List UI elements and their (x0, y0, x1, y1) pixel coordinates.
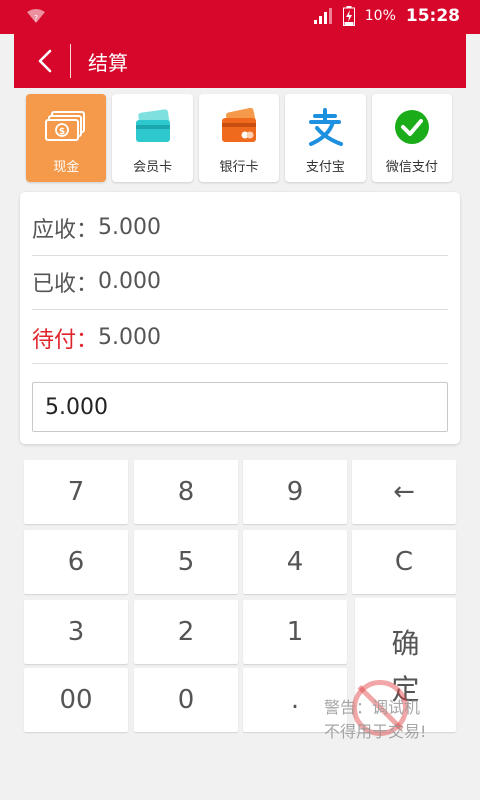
member-card-icon (135, 109, 170, 142)
key-6[interactable]: 6 (24, 530, 128, 594)
battery-charging-icon (342, 6, 355, 26)
payment-method-bank-card[interactable]: 银行卡 (198, 94, 280, 182)
svg-text:$: $ (59, 127, 65, 137)
payment-method-label: 会员卡 (133, 160, 173, 175)
due-value: 5.000 (98, 325, 161, 350)
page-title: 结算 (88, 51, 128, 75)
debug-watermark: 警告：调试机 不得用于交易! (320, 678, 450, 742)
app-bar-divider (70, 44, 71, 78)
cash-icon: $ (45, 111, 86, 141)
app-bar: 结算 (14, 34, 466, 88)
back-arrow-icon[interactable] (32, 47, 60, 75)
wechat-pay-icon (394, 110, 429, 144)
key-3[interactable]: 3 (24, 600, 128, 664)
due-row: 待付： 5.000 (32, 312, 448, 364)
alipay-icon (309, 108, 344, 146)
payment-method-label: 微信支付 (385, 160, 438, 175)
key-5[interactable]: 5 (134, 530, 238, 594)
watermark-line-2: 不得用于交易! (324, 722, 427, 741)
battery-percent: 10% (364, 8, 396, 24)
confirm-label-top: 确 (391, 627, 420, 660)
clear-key[interactable]: C (352, 530, 456, 594)
receivable-label: 应收： (32, 217, 99, 243)
payment-method-cash[interactable]: $ 现金 (26, 94, 107, 182)
clock-time: 15:28 (405, 6, 460, 26)
payment-method-alipay[interactable]: 支付宝 (285, 94, 366, 182)
payment-method-label: 现金 (53, 160, 80, 175)
payment-method-wechat-pay[interactable]: 微信支付 (371, 94, 453, 182)
payment-method-label: 支付宝 (305, 160, 345, 175)
due-label: 待付： (32, 327, 99, 353)
backspace-key[interactable]: ← (352, 460, 456, 524)
svg-text:?: ? (34, 14, 38, 23)
key-1[interactable]: 1 (243, 600, 347, 664)
key-2[interactable]: 2 (134, 600, 238, 664)
received-value: 0.000 (98, 269, 161, 294)
receivable-row: 应收： 5.000 (32, 200, 448, 256)
receivable-value: 5.000 (98, 215, 161, 240)
key-00[interactable]: 00 (24, 668, 128, 732)
amount-input[interactable]: 5.000 (32, 382, 448, 432)
watermark-line-1: 警告：调试机 (324, 698, 421, 717)
key-8[interactable]: 8 (134, 460, 238, 524)
bank-card-icon (222, 108, 257, 142)
payment-method-label: 银行卡 (219, 160, 259, 175)
key-4[interactable]: 4 (243, 530, 347, 594)
key-7[interactable]: 7 (24, 460, 128, 524)
payment-method-member-card[interactable]: 会员卡 (112, 94, 193, 182)
payment-method-bar: $ 现金 会员卡 银行卡 支付宝 微信支付 (26, 94, 453, 182)
key-0[interactable]: 0 (134, 668, 238, 732)
payment-summary: 应收： 5.000 已收： 0.000 待付： 5.000 5.000 (20, 192, 460, 444)
signal-icon (313, 8, 332, 24)
key-9[interactable]: 9 (243, 460, 347, 524)
wifi-question-icon: ? (27, 9, 45, 23)
status-bar: ? 10% 15:28 (0, 0, 480, 34)
received-label: 已收： (32, 271, 99, 297)
received-row: 已收： 0.000 (32, 254, 448, 310)
